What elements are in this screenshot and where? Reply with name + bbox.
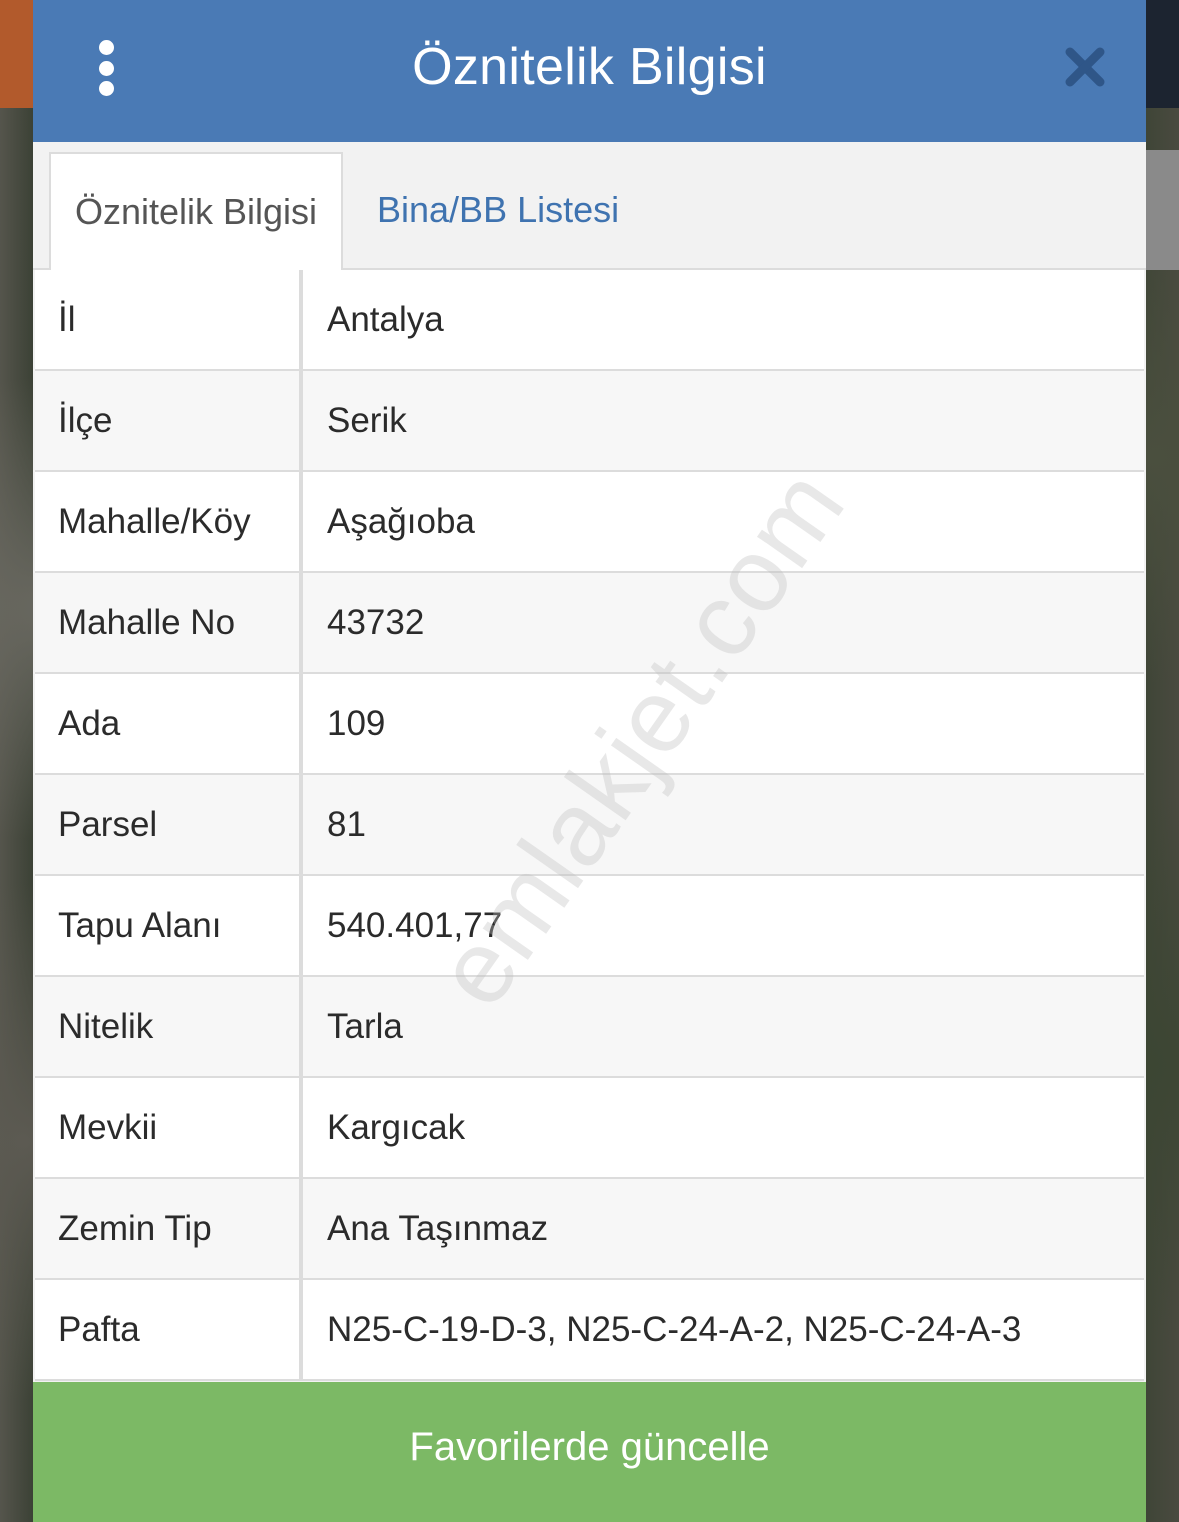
table-row: Ada 109 [35, 674, 1144, 775]
attribute-key: Mahalle/Köy [35, 472, 303, 571]
attribute-key: Nitelik [35, 977, 303, 1076]
vertical-dots-icon[interactable] [91, 40, 121, 96]
table-row: İl Antalya [35, 270, 1144, 371]
attribute-key: Mevkii [35, 1078, 303, 1177]
dot [98, 40, 114, 55]
attribute-key: Tapu Alanı [35, 876, 303, 975]
attribute-value: 109 [303, 674, 1144, 773]
attribute-value: Tarla [303, 977, 1144, 1076]
attribute-key: Ada [35, 674, 303, 773]
tab-attribute-info[interactable]: Öznitelik Bilgisi [49, 152, 343, 270]
tab-building-list[interactable]: Bina/BB Listesi [377, 152, 619, 268]
attribute-value: 43732 [303, 573, 1144, 672]
dot [98, 81, 114, 96]
attribute-value: 81 [303, 775, 1144, 874]
attribute-key: Pafta [35, 1280, 303, 1379]
update-favorites-button[interactable]: Favorilerde güncelle [33, 1382, 1146, 1522]
table-row: Tapu Alanı 540.401,77 [35, 876, 1144, 977]
attribute-value: 540.401,77 [303, 876, 1144, 975]
attribute-value: Ana Taşınmaz [303, 1179, 1144, 1278]
table-row: Mahalle/Köy Aşağıoba [35, 472, 1144, 573]
attribute-value: Antalya [303, 270, 1144, 369]
table-row: Nitelik Tarla [35, 977, 1144, 1078]
attribute-value: N25-C-19-D-3, N25-C-24-A-2, N25-C-24-A-3 [303, 1280, 1144, 1379]
close-icon[interactable] [1064, 46, 1106, 88]
attribute-key: İl [35, 270, 303, 369]
attribute-value: Serik [303, 371, 1144, 470]
attribute-key: Parsel [35, 775, 303, 874]
attribute-key: Mahalle No [35, 573, 303, 672]
table-row: Mahalle No 43732 [35, 573, 1144, 674]
attribute-value: Kargıcak [303, 1078, 1144, 1177]
attribute-dialog: Öznitelik Bilgisi Öznitelik Bilgisi Bina… [33, 0, 1146, 1522]
map-edge-left [0, 0, 34, 108]
dialog-title: Öznitelik Bilgisi [412, 38, 767, 96]
dialog-header: Öznitelik Bilgisi [33, 0, 1146, 142]
tab-bar: Öznitelik Bilgisi Bina/BB Listesi [33, 142, 1146, 270]
attribute-value: Aşağıoba [303, 472, 1144, 571]
table-row: Parsel 81 [35, 775, 1144, 876]
table-row: Mevkii Kargıcak [35, 1078, 1144, 1179]
map-scroll-strip [1145, 150, 1179, 270]
table-row: Zemin Tip Ana Taşınmaz [35, 1179, 1144, 1280]
attribute-key: İlçe [35, 371, 303, 470]
attribute-table: İl Antalya İlçe Serik Mahalle/Köy Aşağıo… [35, 270, 1144, 1381]
map-edge-right [1145, 0, 1179, 108]
dot [98, 60, 114, 76]
table-row: İlçe Serik [35, 371, 1144, 472]
attribute-key: Zemin Tip [35, 1179, 303, 1278]
table-row: Pafta N25-C-19-D-3, N25-C-24-A-2, N25-C-… [35, 1280, 1144, 1381]
